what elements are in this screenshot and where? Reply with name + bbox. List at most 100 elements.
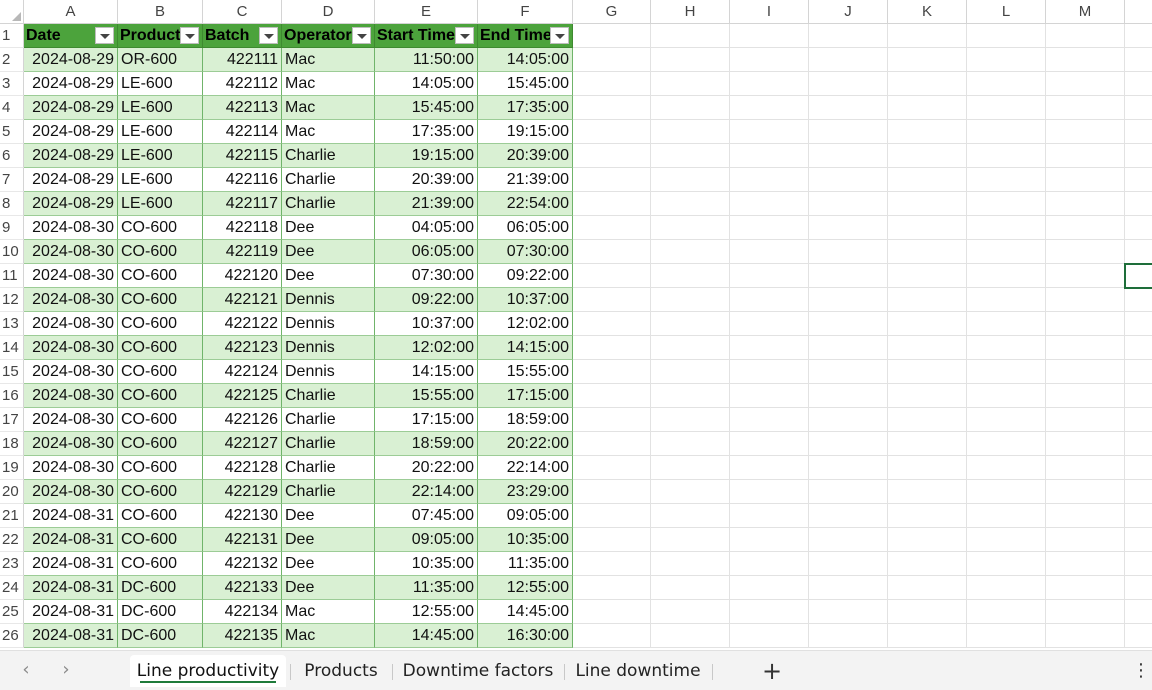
table-cell[interactable]: DC-600 xyxy=(118,600,203,624)
table-cell[interactable]: Mac xyxy=(282,600,375,624)
grid-cell[interactable] xyxy=(573,288,651,312)
column-header[interactable] xyxy=(1125,0,1152,24)
grid-cell[interactable] xyxy=(888,216,967,240)
table-cell[interactable]: CO-600 xyxy=(118,336,203,360)
table-cell[interactable]: 07:30:00 xyxy=(375,264,478,288)
table-cell[interactable]: 2024-08-29 xyxy=(24,120,118,144)
grid-cell[interactable] xyxy=(1046,384,1125,408)
table-cell[interactable]: 422132 xyxy=(203,552,282,576)
grid-cell[interactable] xyxy=(1125,408,1152,432)
grid-cell[interactable] xyxy=(1046,216,1125,240)
grid-cell[interactable] xyxy=(1125,384,1152,408)
table-header-cell[interactable]: Batch xyxy=(203,24,282,48)
table-cell[interactable]: 422114 xyxy=(203,120,282,144)
grid-cell[interactable] xyxy=(1125,192,1152,216)
table-cell[interactable]: LE-600 xyxy=(118,192,203,216)
table-cell[interactable]: 20:22:00 xyxy=(478,432,573,456)
grid-cell[interactable] xyxy=(573,72,651,96)
grid-cell[interactable] xyxy=(730,144,809,168)
table-cell[interactable]: 2024-08-31 xyxy=(24,576,118,600)
grid-cell[interactable] xyxy=(730,456,809,480)
grid-cell[interactable] xyxy=(573,360,651,384)
sheet-tab-downtime-factors[interactable]: Downtime factors xyxy=(398,655,558,687)
grid-cell[interactable] xyxy=(888,96,967,120)
table-cell[interactable]: 18:59:00 xyxy=(478,408,573,432)
grid-cell[interactable] xyxy=(967,336,1046,360)
grid-cell[interactable] xyxy=(1046,432,1125,456)
table-cell[interactable]: 422125 xyxy=(203,384,282,408)
grid-cell[interactable] xyxy=(651,96,730,120)
table-cell[interactable]: 10:37:00 xyxy=(375,312,478,336)
grid-cell[interactable] xyxy=(730,504,809,528)
column-header[interactable]: J xyxy=(809,0,888,24)
grid-cell[interactable] xyxy=(888,336,967,360)
grid-cell[interactable] xyxy=(809,192,888,216)
table-cell[interactable]: Mac xyxy=(282,624,375,648)
table-cell[interactable]: Dennis xyxy=(282,312,375,336)
table-cell[interactable]: 2024-08-30 xyxy=(24,360,118,384)
table-cell[interactable]: Dennis xyxy=(282,336,375,360)
table-cell[interactable]: 14:45:00 xyxy=(478,600,573,624)
grid-cell[interactable] xyxy=(651,144,730,168)
grid-cell[interactable] xyxy=(809,384,888,408)
table-cell[interactable]: Charlie xyxy=(282,432,375,456)
grid-cell[interactable] xyxy=(888,312,967,336)
row-header[interactable]: 9 xyxy=(0,216,24,240)
table-cell[interactable]: 422121 xyxy=(203,288,282,312)
grid-cell[interactable] xyxy=(1046,288,1125,312)
grid-cell[interactable] xyxy=(730,528,809,552)
table-cell[interactable]: 09:05:00 xyxy=(478,504,573,528)
grid-cell[interactable] xyxy=(967,192,1046,216)
grid-cell[interactable] xyxy=(730,384,809,408)
table-cell[interactable]: 2024-08-29 xyxy=(24,96,118,120)
grid-cell[interactable] xyxy=(730,624,809,648)
table-cell[interactable]: 18:59:00 xyxy=(375,432,478,456)
grid-cell[interactable] xyxy=(651,384,730,408)
row-header[interactable]: 21 xyxy=(0,504,24,528)
grid-cell[interactable] xyxy=(651,72,730,96)
grid-cell[interactable] xyxy=(730,288,809,312)
plus-icon[interactable]: + xyxy=(758,656,786,686)
grid-cell[interactable] xyxy=(888,288,967,312)
table-cell[interactable]: 2024-08-30 xyxy=(24,384,118,408)
grid-cell[interactable] xyxy=(888,24,967,48)
grid-cell[interactable] xyxy=(888,432,967,456)
table-cell[interactable]: 06:05:00 xyxy=(478,216,573,240)
column-header[interactable]: G xyxy=(573,0,651,24)
table-cell[interactable]: Dee xyxy=(282,240,375,264)
grid-cell[interactable] xyxy=(888,408,967,432)
grid-cell[interactable] xyxy=(651,528,730,552)
table-cell[interactable]: 12:02:00 xyxy=(375,336,478,360)
table-cell[interactable]: 2024-08-30 xyxy=(24,408,118,432)
grid-cell[interactable] xyxy=(651,288,730,312)
grid-cell[interactable] xyxy=(888,552,967,576)
grid-cell[interactable] xyxy=(888,168,967,192)
grid-cell[interactable] xyxy=(888,264,967,288)
grid-cell[interactable] xyxy=(1125,600,1152,624)
grid-cell[interactable] xyxy=(573,192,651,216)
grid-cell[interactable] xyxy=(809,432,888,456)
grid-cell[interactable] xyxy=(967,48,1046,72)
table-cell[interactable]: 422127 xyxy=(203,432,282,456)
filter-dropdown-icon[interactable] xyxy=(259,27,278,44)
grid-cell[interactable] xyxy=(1046,576,1125,600)
table-cell[interactable]: 17:15:00 xyxy=(375,408,478,432)
table-cell[interactable]: Dennis xyxy=(282,288,375,312)
table-cell[interactable]: 11:35:00 xyxy=(478,552,573,576)
table-header-cell[interactable]: Product xyxy=(118,24,203,48)
table-cell[interactable]: Mac xyxy=(282,48,375,72)
grid-cell[interactable] xyxy=(1046,144,1125,168)
grid-cell[interactable] xyxy=(573,504,651,528)
table-cell[interactable]: 20:39:00 xyxy=(478,144,573,168)
table-cell[interactable]: 10:37:00 xyxy=(478,288,573,312)
grid-cell[interactable] xyxy=(730,312,809,336)
table-cell[interactable]: 422111 xyxy=(203,48,282,72)
table-cell[interactable]: Dee xyxy=(282,504,375,528)
grid-cell[interactable] xyxy=(888,144,967,168)
grid-cell[interactable] xyxy=(967,552,1046,576)
grid-cell[interactable] xyxy=(730,168,809,192)
grid-cell[interactable] xyxy=(1125,240,1152,264)
grid-cell[interactable] xyxy=(1046,24,1125,48)
table-cell[interactable]: 2024-08-30 xyxy=(24,432,118,456)
grid-cell[interactable] xyxy=(573,120,651,144)
